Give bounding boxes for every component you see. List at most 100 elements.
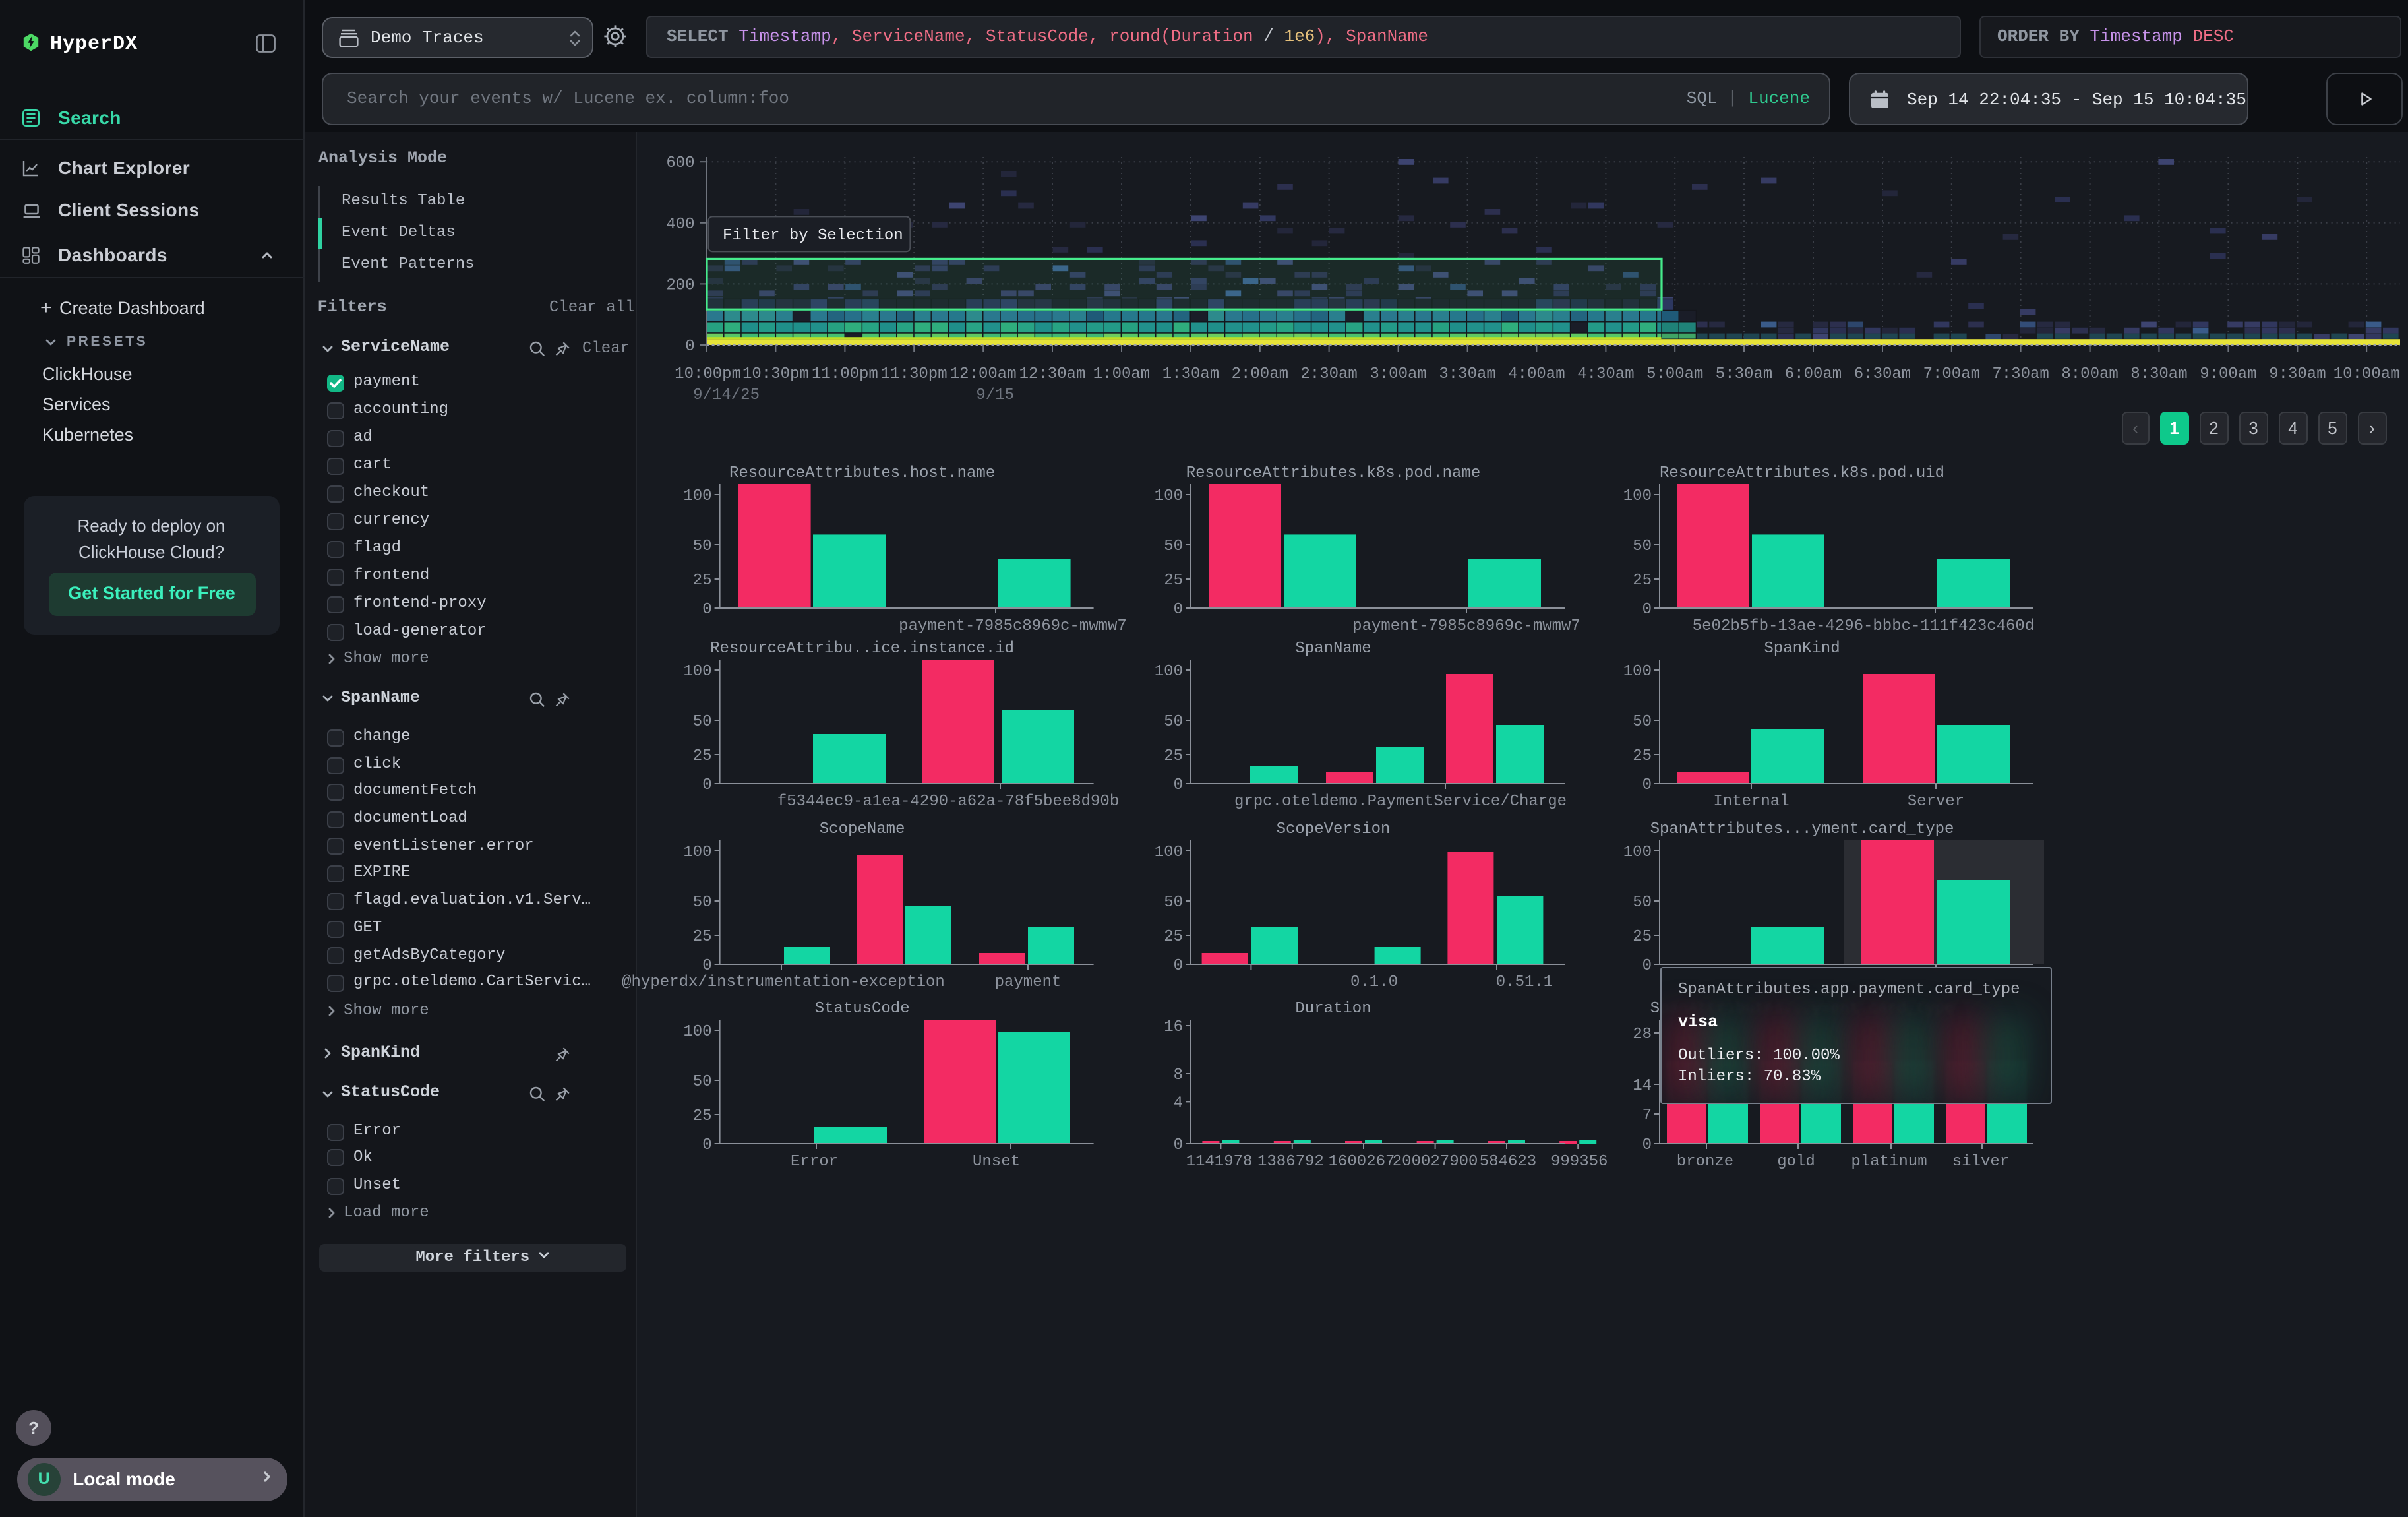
svg-text:50: 50 xyxy=(693,538,712,555)
svg-text:grpc.oteldemo.PaymentService/C: grpc.oteldemo.PaymentService/Charge xyxy=(1234,793,1567,811)
svg-text:5:00am: 5:00am xyxy=(1646,365,1703,383)
svg-text:0: 0 xyxy=(685,338,694,356)
svg-text:50: 50 xyxy=(693,894,712,912)
svg-text:9/14/25: 9/14/25 xyxy=(693,387,760,404)
svg-text:ResourceAttribu..ice.instance.: ResourceAttribu..ice.instance.id xyxy=(710,640,1014,658)
svg-text:0: 0 xyxy=(1174,601,1183,619)
svg-text:10:30pm: 10:30pm xyxy=(742,365,809,383)
svg-text:100: 100 xyxy=(683,1023,711,1041)
svg-text:200027900: 200027900 xyxy=(1393,1153,1478,1171)
svg-text:6:30am: 6:30am xyxy=(1854,365,1911,383)
svg-text:25: 25 xyxy=(693,747,712,765)
svg-text:584623: 584623 xyxy=(1480,1153,1536,1171)
svg-text:0: 0 xyxy=(1174,957,1183,975)
svg-text:50: 50 xyxy=(693,1073,712,1091)
svg-text:StatusCode: StatusCode xyxy=(815,1000,910,1018)
svg-text:3:30am: 3:30am xyxy=(1439,365,1495,383)
svg-text:1600267: 1600267 xyxy=(1329,1153,1395,1171)
svg-text:25: 25 xyxy=(693,928,712,946)
svg-text:100: 100 xyxy=(683,663,711,681)
svg-text:50: 50 xyxy=(1633,894,1652,912)
svg-text:11:00pm: 11:00pm xyxy=(812,365,878,383)
svg-text:0: 0 xyxy=(702,957,711,975)
svg-text:Internal: Internal xyxy=(1713,793,1789,811)
svg-text:1141978: 1141978 xyxy=(1186,1153,1253,1171)
svg-text:payment-7985c8969c-mwmw7: payment-7985c8969c-mwmw7 xyxy=(899,617,1127,635)
svg-text:f5344ec9-a1ea-4290-a62a-78f5be: f5344ec9-a1ea-4290-a62a-78f5bee8d90b xyxy=(777,793,1119,811)
svg-text:100: 100 xyxy=(683,487,711,505)
svg-text:100: 100 xyxy=(1155,844,1183,861)
svg-text:999356: 999356 xyxy=(1551,1153,1608,1171)
svg-text:50: 50 xyxy=(1164,538,1183,555)
svg-text:0: 0 xyxy=(1642,776,1652,794)
svg-text:silver: silver xyxy=(1952,1153,2009,1171)
svg-text:25: 25 xyxy=(1164,747,1183,765)
svg-text:11:30pm: 11:30pm xyxy=(881,365,948,383)
svg-text:0: 0 xyxy=(1174,776,1183,794)
svg-text:4:00am: 4:00am xyxy=(1508,365,1565,383)
svg-text:0.1.0: 0.1.0 xyxy=(1350,974,1398,991)
svg-text:gold: gold xyxy=(1777,1153,1815,1171)
svg-text:Server: Server xyxy=(1908,793,1964,811)
svg-text:payment: payment xyxy=(995,974,1062,991)
svg-text:1386792: 1386792 xyxy=(1257,1153,1324,1171)
svg-text:100: 100 xyxy=(1155,663,1183,681)
svg-text:0: 0 xyxy=(1174,1136,1183,1154)
svg-text:0: 0 xyxy=(1642,957,1652,975)
svg-text:25: 25 xyxy=(1633,928,1652,946)
svg-text:7: 7 xyxy=(1642,1107,1652,1125)
svg-text:12:00am: 12:00am xyxy=(950,365,1017,383)
svg-text:ResourceAttributes.k8s.pod.nam: ResourceAttributes.k8s.pod.name xyxy=(1186,464,1480,482)
svg-text:0: 0 xyxy=(702,776,711,794)
svg-text:100: 100 xyxy=(1623,487,1652,505)
svg-text:100: 100 xyxy=(1623,663,1652,681)
svg-text:25: 25 xyxy=(1164,928,1183,946)
svg-text:ScopeName: ScopeName xyxy=(820,820,905,838)
svg-text:1:00am: 1:00am xyxy=(1093,365,1150,383)
svg-text:0.51.1: 0.51.1 xyxy=(1496,974,1553,991)
svg-text:5e02b5fb-13ae-4296-bbbc-111f42: 5e02b5fb-13ae-4296-bbbc-111f423c460d xyxy=(1693,617,2034,635)
svg-text:ResourceAttributes.k8s.pod.uid: ResourceAttributes.k8s.pod.uid xyxy=(1660,464,1944,482)
svg-text:platinum: platinum xyxy=(1851,1153,1927,1171)
svg-text:SpanAttributes...yment.card_ty: SpanAttributes...yment.card_type xyxy=(1650,820,1954,838)
svg-text:ResourceAttributes.host.name: ResourceAttributes.host.name xyxy=(729,464,995,482)
svg-text:6:00am: 6:00am xyxy=(1785,365,1842,383)
svg-text:10:00pm: 10:00pm xyxy=(675,365,741,383)
svg-text:400: 400 xyxy=(666,216,694,233)
svg-text:bronze: bronze xyxy=(1677,1153,1733,1171)
svg-text:600: 600 xyxy=(666,154,694,172)
svg-text:1:30am: 1:30am xyxy=(1162,365,1219,383)
svg-text:50: 50 xyxy=(693,713,712,731)
svg-text:50: 50 xyxy=(1164,713,1183,731)
svg-text:28: 28 xyxy=(1633,1026,1652,1043)
svg-text:25: 25 xyxy=(1164,572,1183,590)
svg-text:4: 4 xyxy=(1174,1094,1183,1112)
svg-text:payment-7985c8969c-mwmw7: payment-7985c8969c-mwmw7 xyxy=(1352,617,1580,635)
svg-text:Duration: Duration xyxy=(1295,1000,1371,1018)
svg-text:Error: Error xyxy=(791,1153,838,1171)
svg-text:25: 25 xyxy=(1633,572,1652,590)
svg-text:9:30am: 9:30am xyxy=(2269,365,2326,383)
svg-text:100: 100 xyxy=(1155,487,1183,505)
svg-text:Unset: Unset xyxy=(973,1153,1020,1171)
svg-text:ScopeVersion: ScopeVersion xyxy=(1277,820,1391,838)
svg-text:12:30am: 12:30am xyxy=(1019,365,1086,383)
svg-text:25: 25 xyxy=(693,1107,712,1125)
svg-text:@hyperdx/instrumentation-excep: @hyperdx/instrumentation-exception xyxy=(622,974,945,991)
svg-text:3:00am: 3:00am xyxy=(1370,365,1426,383)
svg-text:10:00am: 10:00am xyxy=(2333,365,2400,383)
svg-text:2:30am: 2:30am xyxy=(1300,365,1357,383)
svg-text:Filter by Selection: Filter by Selection xyxy=(723,227,903,245)
svg-text:8:00am: 8:00am xyxy=(2061,365,2118,383)
svg-text:50: 50 xyxy=(1633,713,1652,731)
svg-text:0: 0 xyxy=(1642,601,1652,619)
svg-text:5:30am: 5:30am xyxy=(1716,365,1772,383)
svg-text:50: 50 xyxy=(1164,894,1183,912)
svg-text:16: 16 xyxy=(1164,1018,1183,1036)
svg-text:7:30am: 7:30am xyxy=(1992,365,2049,383)
svg-text:50: 50 xyxy=(1633,538,1652,555)
svg-text:100: 100 xyxy=(1623,844,1652,861)
svg-text:8:30am: 8:30am xyxy=(2130,365,2187,383)
svg-text:9:00am: 9:00am xyxy=(2200,365,2256,383)
svg-text:8: 8 xyxy=(1174,1067,1183,1084)
